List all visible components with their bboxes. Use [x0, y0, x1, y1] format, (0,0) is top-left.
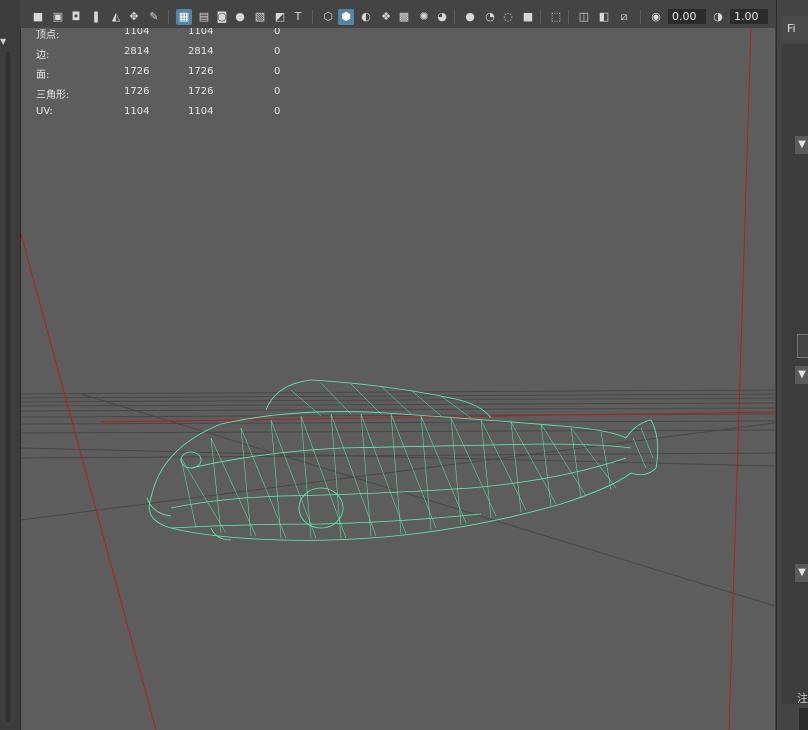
field-chart-icon[interactable]: ▧ — [252, 9, 268, 25]
shadows-icon[interactable]: ◕ — [434, 9, 450, 25]
hud-label: UV: — [36, 106, 53, 117]
left-scrollbar[interactable] — [6, 52, 10, 722]
hud-row: 三角形: 1726 1726 0 — [36, 86, 296, 101]
grease-pencil-icon[interactable]: ✎ — [146, 9, 162, 25]
chevron-down-icon[interactable]: ▼ — [795, 136, 808, 154]
xray-joints-icon[interactable]: ◧ — [596, 9, 612, 25]
hud-value: 1104 — [124, 106, 150, 117]
hud-value: 1104 — [124, 28, 150, 37]
hud-row: 顶点: 1104 1104 0 — [36, 28, 296, 41]
hud-label: 边: — [36, 50, 50, 61]
exposure-field[interactable] — [668, 9, 706, 24]
hud-value: 2814 — [124, 46, 150, 57]
isolate-select-icon[interactable]: ⬚ — [548, 9, 564, 25]
hud-value: 0 — [274, 66, 281, 77]
hud-value: 2814 — [188, 46, 214, 57]
gamma-icon[interactable]: ◑ — [710, 9, 726, 25]
camera-pan-icon[interactable]: ✥ — [126, 9, 142, 25]
camera-select-icon[interactable]: ■ — [30, 9, 46, 25]
anti-aliasing-icon[interactable]: ◌ — [500, 9, 516, 25]
hud-value: 0 — [274, 28, 281, 37]
wireframe-on-shaded-icon[interactable]: ◐ — [358, 9, 374, 25]
hud-value: 0 — [274, 86, 281, 97]
smooth-shade-icon[interactable]: ⬢ — [338, 9, 354, 25]
hud-value: 1726 — [188, 86, 214, 97]
grid-icon[interactable]: ▦ — [176, 9, 192, 25]
panel-field[interactable] — [797, 334, 808, 358]
xray-active-icon[interactable]: ⧄ — [616, 9, 632, 25]
hud-row: UV: 1104 1104 0 — [36, 106, 296, 120]
xray-icon[interactable]: ◫ — [576, 9, 592, 25]
gamma-field[interactable] — [730, 9, 768, 24]
hud-label: 面: — [36, 70, 50, 81]
image-plane-icon[interactable]: ◭ — [108, 9, 124, 25]
viewport-toolbar: ■ ▣ ◘ ❚ ◭ ✥ ✎ ▦ ▤ ◙ ● ▧ ◩ T ⬡ ⬢ ◐ ❖ ▩ ✺ … — [20, 6, 776, 29]
hud-value: 0 — [274, 46, 281, 57]
panel-bottom-field[interactable] — [799, 708, 808, 730]
chevron-down-icon[interactable]: ▼ — [795, 564, 808, 582]
viewport-3d[interactable]: 顶点: 1104 1104 0 边: 2814 2814 0 面: 1726 1… — [21, 28, 775, 730]
film-gate-icon[interactable]: ▤ — [196, 9, 212, 25]
hud-label: 三角形: — [36, 90, 70, 101]
depth-of-field-icon[interactable]: ■ — [520, 9, 536, 25]
hud-row: 面: 1726 1726 0 — [36, 66, 296, 81]
hud-value: 1726 — [124, 66, 150, 77]
panel-bottom-label: 注 — [797, 692, 808, 705]
hud-label: 顶点: — [36, 30, 60, 41]
resolution-gate-icon[interactable]: ◙ — [214, 9, 230, 25]
chevron-down-icon[interactable]: ▼ — [795, 366, 808, 384]
hud-value: 1104 — [188, 106, 214, 117]
viewport-scene — [21, 28, 775, 730]
textured-icon[interactable]: ▩ — [396, 9, 412, 25]
safe-title-icon[interactable]: T — [290, 9, 306, 25]
camera-attributes-icon[interactable]: ▣ — [50, 9, 66, 25]
axis-lines — [21, 28, 775, 730]
hud-value: 1726 — [188, 66, 214, 77]
hud-value: 0 — [274, 106, 281, 117]
chevron-down-icon[interactable]: ▼ — [0, 38, 8, 46]
left-dock-strip: ▼ — [0, 0, 21, 730]
hud-value: 1104 — [188, 28, 214, 37]
right-dock-panel: Fi ▼ ▼ ▼ 注 — [776, 0, 808, 730]
hud-row: 边: 2814 2814 0 — [36, 46, 296, 61]
safe-action-icon[interactable]: ◩ — [272, 9, 288, 25]
motion-blur-icon[interactable]: ◔ — [482, 9, 498, 25]
hud-value: 1726 — [124, 86, 150, 97]
bookmark-icon[interactable]: ❚ — [88, 9, 104, 25]
screen-space-ao-icon[interactable]: ● — [462, 9, 478, 25]
gate-mask-icon[interactable]: ● — [232, 9, 248, 25]
wireframe-icon[interactable]: ⬡ — [320, 9, 336, 25]
use-all-lights-icon[interactable]: ✺ — [416, 9, 432, 25]
default-material-icon[interactable]: ❖ — [378, 9, 394, 25]
exposure-icon[interactable]: ◉ — [648, 9, 664, 25]
camera-lock-icon[interactable]: ◘ — [68, 9, 84, 25]
panel-tab[interactable]: Fi — [783, 16, 808, 42]
